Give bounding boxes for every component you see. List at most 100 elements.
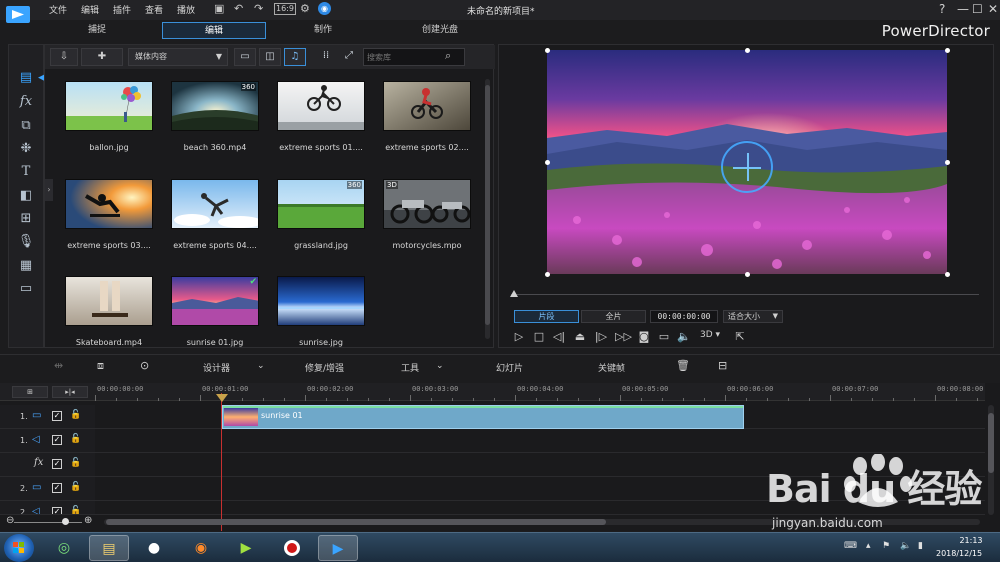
track-enable-checkbox[interactable]: ✓ <box>52 459 62 469</box>
menu-view[interactable]: 查看 <box>145 3 163 16</box>
lock-icon[interactable]: 🔓 <box>70 458 81 468</box>
pip-room-icon[interactable]: ⧉ <box>17 117 35 135</box>
clock-date[interactable]: 2018/12/15 <box>936 549 982 558</box>
lock-icon[interactable]: 🔓 <box>70 410 81 420</box>
chevron-down-icon[interactable]: ⌄ <box>436 361 444 371</box>
tools-button[interactable]: 工具 <box>401 361 419 374</box>
keyframe-button[interactable]: 关键帧 <box>598 361 625 374</box>
resize-handle[interactable] <box>545 272 550 277</box>
track-lane-audio-2[interactable] <box>95 501 985 515</box>
preview-scrub-bar[interactable] <box>511 294 979 295</box>
subtitle-icon[interactable]: ▭ <box>657 330 671 343</box>
tab-capture[interactable]: 捕捉 <box>45 22 149 39</box>
menu-playback[interactable]: 播放 <box>177 3 195 16</box>
zoom-in-icon[interactable]: ⊕ <box>84 515 92 526</box>
track-enable-checkbox[interactable]: ✓ <box>52 483 62 493</box>
3d-mode-button[interactable]: 3D ▾ <box>700 330 720 340</box>
track-enable-checkbox[interactable]: ✓ <box>52 411 62 421</box>
menu-edit[interactable]: 编辑 <box>81 3 99 16</box>
media-item-beach-360[interactable]: 360 beach 360.mp4 <box>167 81 263 173</box>
track-lane-audio-1[interactable] <box>95 429 985 453</box>
playhead-line[interactable] <box>221 393 222 531</box>
enlarge-view-icon[interactable]: ⤢ <box>338 48 360 66</box>
media-item-extreme-sports-01[interactable]: extreme sports 01.... <box>273 81 369 173</box>
resize-handle[interactable] <box>545 160 550 165</box>
resize-handle[interactable] <box>945 48 950 53</box>
zoom-slider-knob[interactable] <box>62 518 69 525</box>
media-item-motorcycles[interactable]: 3D motorcycles.mpo <box>379 179 475 271</box>
filter-image-icon[interactable]: ◫ <box>259 48 281 66</box>
voiceover-icon[interactable]: 🎙 <box>17 233 35 251</box>
grid-view-icon[interactable]: ⁞⁞ <box>315 48 337 66</box>
timeline-zoom-slider[interactable] <box>14 522 82 523</box>
plugins-puzzle-icon[interactable]: ✚ <box>81 48 123 66</box>
fast-forward-icon[interactable]: ▷▷ <box>615 330 632 343</box>
expand-panel-handle-icon[interactable]: › <box>45 179 53 201</box>
timeline-clip-sunrise-01[interactable]: sunrise 01 <box>222 405 744 429</box>
particle-room-icon[interactable]: ❉ <box>17 140 35 158</box>
tray-keyboard-icon[interactable]: ⌨ <box>844 541 857 551</box>
help-icon[interactable]: ? <box>939 2 945 16</box>
menu-plugins[interactable]: 插件 <box>113 3 131 16</box>
scrub-knob[interactable] <box>510 290 518 297</box>
transition-room-icon[interactable]: ◧ <box>17 187 35 205</box>
more-options-icon[interactable]: ⊟ <box>718 359 727 372</box>
track-enable-checkbox[interactable]: ✓ <box>52 435 62 445</box>
tray-arrow-icon[interactable]: ▴ <box>866 541 871 551</box>
previous-frame-icon[interactable]: ◁| <box>552 330 566 343</box>
move-crosshair-icon[interactable] <box>721 141 773 193</box>
start-button[interactable] <box>4 534 34 562</box>
movie-mode-button[interactable]: 全片 <box>581 310 646 323</box>
save-icon[interactable]: ▣ <box>214 2 224 16</box>
ripple-icon[interactable]: ⇹ <box>54 359 63 372</box>
taskbar-recorder-icon[interactable] <box>272 535 312 561</box>
library-scrollbar[interactable] <box>485 79 490 339</box>
tab-edit[interactable]: 编辑 <box>162 22 266 39</box>
resize-handle[interactable] <box>745 272 750 277</box>
undo-icon[interactable]: ↶ <box>234 2 243 16</box>
next-frame-icon[interactable]: |▷ <box>594 330 608 343</box>
menu-file[interactable]: 文件 <box>49 3 67 16</box>
chapter-room-icon[interactable]: ▦ <box>17 257 35 275</box>
tray-volume-icon[interactable]: 🔈 <box>900 541 911 551</box>
fit-timeline-icon[interactable]: ▸|◂ <box>52 386 88 398</box>
taskbar-qq-icon[interactable]: ● <box>134 535 174 561</box>
settings-gear-icon[interactable]: ⚙ <box>300 2 310 16</box>
undock-preview-icon[interactable]: ⇱ <box>733 330 747 343</box>
resize-handle[interactable] <box>745 48 750 53</box>
timecode-display[interactable]: 00:00:00:00 <box>650 310 718 323</box>
track-lane-video-2[interactable] <box>95 477 985 501</box>
designer-button[interactable]: 设计器 <box>203 361 230 374</box>
import-media-icon[interactable]: ⇩ <box>50 48 78 66</box>
playhead-marker[interactable] <box>216 394 228 402</box>
crop-icon[interactable]: ⧈ <box>97 359 104 373</box>
track-enable-checkbox[interactable]: ✓ <box>52 507 62 514</box>
split-icon[interactable]: ⏏ <box>573 330 587 343</box>
media-content-select[interactable]: 媒体内容 ▼ <box>128 48 228 66</box>
media-item-extreme-sports-04[interactable]: extreme sports 04.... <box>167 179 263 271</box>
taskbar-firefox-icon[interactable]: ◉ <box>181 535 221 561</box>
aspect-ratio-icon[interactable]: 16:9 <box>274 3 296 15</box>
media-item-grassland[interactable]: 360 grassland.jpg <box>273 179 369 271</box>
media-item-extreme-sports-02[interactable]: extreme sports 02.... <box>379 81 475 173</box>
trash-icon[interactable]: 🗑 <box>676 359 690 372</box>
timeline-ruler[interactable]: 00:00:00:00 00:00:01:00 00:00:02:00 00:00:0… <box>95 383 985 401</box>
play-icon[interactable]: ▷ <box>512 330 526 343</box>
account-icon[interactable]: ◉ <box>318 2 331 15</box>
zoom-out-icon[interactable]: ⊖ <box>6 515 14 526</box>
media-item-extreme-sports-03[interactable]: extreme sports 03.... <box>61 179 157 271</box>
fx-room-icon[interactable]: fx <box>17 93 35 111</box>
lock-icon[interactable]: 🔓 <box>70 506 81 514</box>
timeline-horizontal-scrollbar[interactable] <box>104 519 980 525</box>
preview-image[interactable] <box>547 50 947 274</box>
filter-video-icon[interactable]: ▭ <box>234 48 256 66</box>
tab-create-disc[interactable]: 创建光盘 <box>388 22 492 39</box>
fix-enhance-button[interactable]: 修复/增强 <box>305 361 344 374</box>
volume-icon[interactable]: 🔈 <box>677 330 691 343</box>
resize-handle[interactable] <box>945 272 950 277</box>
timeline-vertical-scrollbar[interactable] <box>988 405 994 515</box>
audio-mixing-icon[interactable]: ⊞ <box>17 210 35 228</box>
resize-handle[interactable] <box>545 48 550 53</box>
chevron-down-icon[interactable]: ⌄ <box>257 361 265 371</box>
slideshow-button[interactable]: 幻灯片 <box>496 361 523 374</box>
